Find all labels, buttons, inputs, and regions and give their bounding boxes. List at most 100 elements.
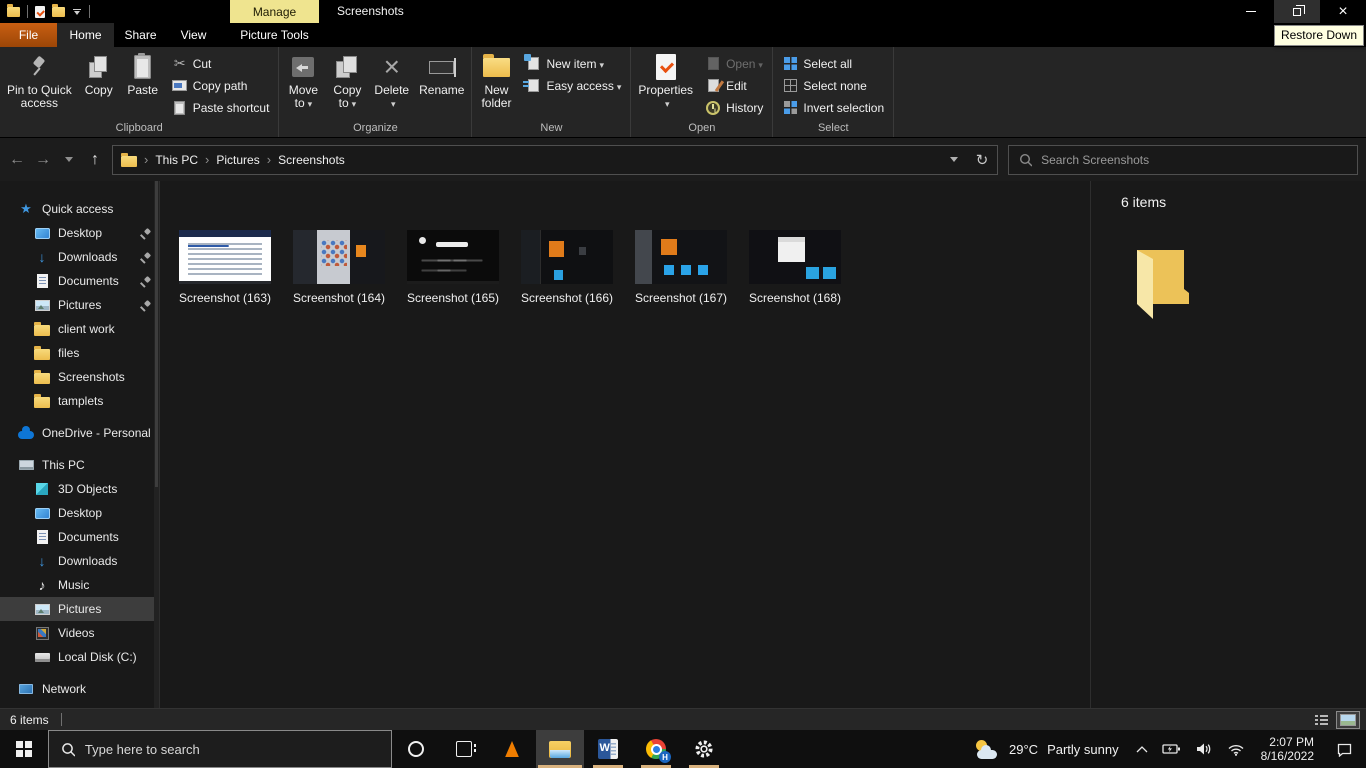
open-icon xyxy=(707,57,719,70)
sidebar-item-pictures-pc[interactable]: Pictures xyxy=(0,597,159,621)
tab-view[interactable]: View xyxy=(167,23,220,47)
tab-home[interactable]: Home xyxy=(57,23,114,47)
sidebar-item-documents[interactable]: Documents xyxy=(0,269,159,293)
pin-to-quick-access-button[interactable]: Pin to Quick access xyxy=(2,49,77,121)
search-box[interactable] xyxy=(1008,144,1358,175)
folder-icon[interactable] xyxy=(52,3,65,17)
windows-logo-icon xyxy=(16,741,32,757)
folder-icon[interactable] xyxy=(7,3,20,17)
paste-shortcut-button[interactable]: Paste shortcut xyxy=(169,98,273,117)
rename-button[interactable]: Rename xyxy=(414,49,469,121)
file-tile[interactable]: Screenshot (164) xyxy=(287,230,391,305)
sidebar-scrollbar[interactable] xyxy=(154,181,159,708)
cortana-button[interactable] xyxy=(392,730,440,768)
sidebar-item-3d-objects[interactable]: 3D Objects xyxy=(0,477,159,501)
sidebar-item-videos[interactable]: Videos xyxy=(0,621,159,645)
copy-path-button[interactable]: Copy path xyxy=(169,76,273,95)
chevron-right-icon[interactable] xyxy=(144,152,148,167)
show-hidden-icons-button[interactable] xyxy=(1129,730,1155,768)
restore-down-button[interactable] xyxy=(1274,0,1320,23)
history-button[interactable]: History xyxy=(702,98,766,117)
battery-status[interactable] xyxy=(1155,730,1188,768)
select-all-button[interactable]: Select all xyxy=(779,54,887,73)
sidebar-section-network[interactable]: Network xyxy=(0,677,159,701)
taskbar-word[interactable] xyxy=(584,730,632,768)
copy-to-button[interactable]: Copy to xyxy=(325,49,369,121)
copy-button[interactable]: Copy xyxy=(77,49,121,121)
start-button[interactable] xyxy=(0,730,48,768)
close-button[interactable] xyxy=(1320,0,1366,23)
select-none-button[interactable]: Select none xyxy=(779,76,887,95)
sidebar-item-files[interactable]: files xyxy=(0,341,159,365)
delete-button[interactable]: Delete xyxy=(369,49,414,121)
properties-button[interactable]: Properties xyxy=(633,49,698,121)
sidebar-item-client-work[interactable]: client work xyxy=(0,317,159,341)
minimize-button[interactable] xyxy=(1228,0,1274,23)
taskbar-search[interactable] xyxy=(48,730,392,768)
volume-status[interactable] xyxy=(1188,730,1220,768)
tab-share[interactable]: Share xyxy=(114,23,167,47)
network-status[interactable] xyxy=(1220,730,1252,768)
weather-widget[interactable]: 29°C Partly sunny xyxy=(964,730,1129,768)
sidebar-item-music[interactable]: Music xyxy=(0,573,159,597)
recent-locations-dropdown[interactable] xyxy=(56,147,82,173)
sidebar-section-this-pc[interactable]: This PC xyxy=(0,453,159,477)
forward-button[interactable] xyxy=(30,147,56,173)
taskbar-search-input[interactable] xyxy=(84,741,379,757)
navigation-bar: This PC Pictures Screenshots xyxy=(0,138,1366,181)
system-tray: 29°C Partly sunny 2:07 PM 8/16/2022 xyxy=(964,730,1366,768)
invert-selection-button[interactable]: Invert selection xyxy=(779,98,887,117)
taskbar-clock[interactable]: 2:07 PM 8/16/2022 xyxy=(1252,730,1323,768)
properties-icon[interactable] xyxy=(35,5,45,18)
taskbar-file-explorer[interactable] xyxy=(536,730,584,768)
breadcrumb-pictures[interactable]: Pictures xyxy=(216,153,259,167)
sidebar-item-downloads[interactable]: Downloads xyxy=(0,245,159,269)
new-item-button[interactable]: New item xyxy=(522,54,624,73)
thumbnail-view-button[interactable] xyxy=(1336,710,1360,729)
refresh-icon[interactable] xyxy=(967,146,997,174)
file-tile[interactable]: Screenshot (168) xyxy=(743,230,847,305)
taskbar-settings[interactable] xyxy=(680,730,728,768)
customize-caret-icon[interactable] xyxy=(72,9,82,15)
sidebar-item-desktop-pc[interactable]: Desktop xyxy=(0,501,159,525)
search-input[interactable] xyxy=(1041,152,1347,167)
paste-button[interactable]: Paste xyxy=(121,49,165,121)
file-tile[interactable]: Screenshot (167) xyxy=(629,230,733,305)
sidebar-item-local-disk-c[interactable]: Local Disk (C:) xyxy=(0,645,159,669)
taskbar-chrome[interactable]: H xyxy=(632,730,680,768)
ribbon-group-organize: Move to Copy to Delete Rename xyxy=(279,47,473,137)
easy-access-button[interactable]: Easy access xyxy=(522,76,624,95)
up-button[interactable] xyxy=(82,147,108,173)
open-button[interactable]: Open xyxy=(702,54,766,73)
details-view-button[interactable] xyxy=(1309,711,1333,729)
sidebar-item-downloads-pc[interactable]: Downloads xyxy=(0,549,159,573)
address-bar[interactable]: This PC Pictures Screenshots xyxy=(112,144,998,175)
move-to-button[interactable]: Move to xyxy=(281,49,325,121)
new-folder-button[interactable]: New folder xyxy=(474,49,518,121)
file-tile[interactable]: Screenshot (166) xyxy=(515,230,619,305)
address-dropdown-button[interactable] xyxy=(941,146,967,174)
sidebar-item-tamplets[interactable]: tamplets xyxy=(0,389,159,413)
sidebar-item-desktop[interactable]: Desktop xyxy=(0,221,159,245)
sidebar-section-onedrive[interactable]: OneDrive - Personal xyxy=(0,421,159,445)
sidebar-item-pictures[interactable]: Pictures xyxy=(0,293,159,317)
chevron-right-icon[interactable] xyxy=(205,152,209,167)
sidebar-section-quick-access[interactable]: Quick access xyxy=(0,197,159,221)
file-tile[interactable]: Screenshot (165) xyxy=(401,230,505,305)
taskbar-vlc[interactable] xyxy=(488,730,536,768)
edit-button[interactable]: Edit xyxy=(702,76,766,95)
sidebar-item-screenshots[interactable]: Screenshots xyxy=(0,365,159,389)
task-view-button[interactable] xyxy=(440,730,488,768)
contextual-tab-manage[interactable]: Manage xyxy=(230,0,319,23)
file-list: Screenshot (163) Screenshot (164) Screen… xyxy=(160,181,1090,708)
tab-picture-tools[interactable]: Picture Tools xyxy=(230,23,319,47)
sidebar-item-documents-pc[interactable]: Documents xyxy=(0,525,159,549)
breadcrumb-screenshots[interactable]: Screenshots xyxy=(278,153,345,167)
tab-file[interactable]: File xyxy=(0,23,57,47)
chevron-right-icon[interactable] xyxy=(267,152,271,167)
back-button[interactable] xyxy=(4,147,30,173)
cut-button[interactable]: Cut xyxy=(169,54,273,73)
file-tile[interactable]: Screenshot (163) xyxy=(173,230,277,305)
action-center-button[interactable] xyxy=(1323,730,1366,768)
breadcrumb-this-pc[interactable]: This PC xyxy=(155,153,198,167)
